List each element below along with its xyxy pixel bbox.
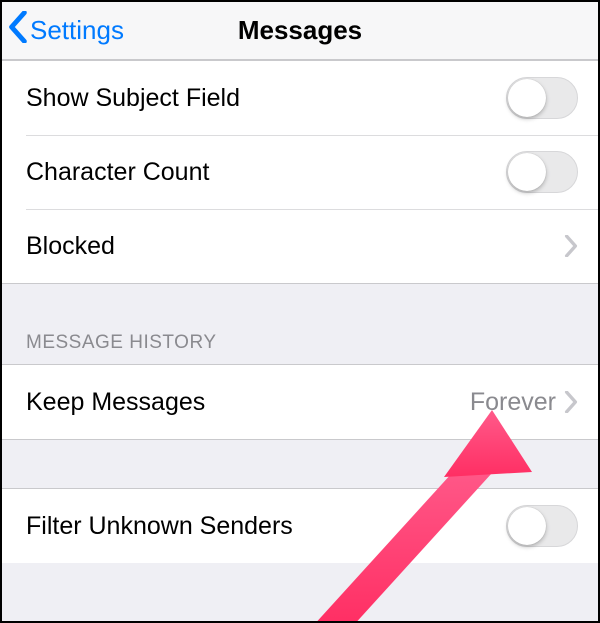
back-button[interactable]: Settings (2, 11, 124, 50)
settings-screen: Settings Messages Show Subject Field Cha… (0, 0, 600, 623)
group-filter: Filter Unknown Senders (2, 488, 598, 563)
toggle-character-count[interactable] (506, 151, 578, 193)
row-label: Character Count (26, 158, 506, 187)
navbar: Settings Messages (2, 2, 598, 60)
chevron-left-icon (8, 11, 28, 50)
group-general: Show Subject Field Character Count Block… (2, 60, 598, 284)
row-character-count[interactable]: Character Count (2, 135, 598, 209)
row-label: Filter Unknown Senders (26, 512, 506, 541)
group-spacer (2, 440, 598, 488)
row-label: Blocked (26, 232, 564, 261)
row-show-subject-field[interactable]: Show Subject Field (2, 61, 598, 135)
row-label: Keep Messages (26, 388, 470, 417)
row-value: Forever (470, 388, 556, 417)
group-message-history: Keep Messages Forever (2, 364, 598, 440)
toggle-filter-unknown-senders[interactable] (506, 505, 578, 547)
chevron-right-icon (564, 235, 578, 257)
row-filter-unknown-senders[interactable]: Filter Unknown Senders (2, 489, 598, 563)
row-blocked[interactable]: Blocked (2, 209, 598, 283)
toggle-knob (508, 79, 546, 117)
toggle-show-subject-field[interactable] (506, 77, 578, 119)
chevron-right-icon (564, 391, 578, 413)
section-header-message-history: MESSAGE HISTORY (2, 284, 598, 364)
row-keep-messages[interactable]: Keep Messages Forever (2, 365, 598, 439)
toggle-knob (508, 153, 546, 191)
row-label: Show Subject Field (26, 84, 506, 113)
back-label: Settings (30, 15, 124, 46)
toggle-knob (508, 507, 546, 545)
